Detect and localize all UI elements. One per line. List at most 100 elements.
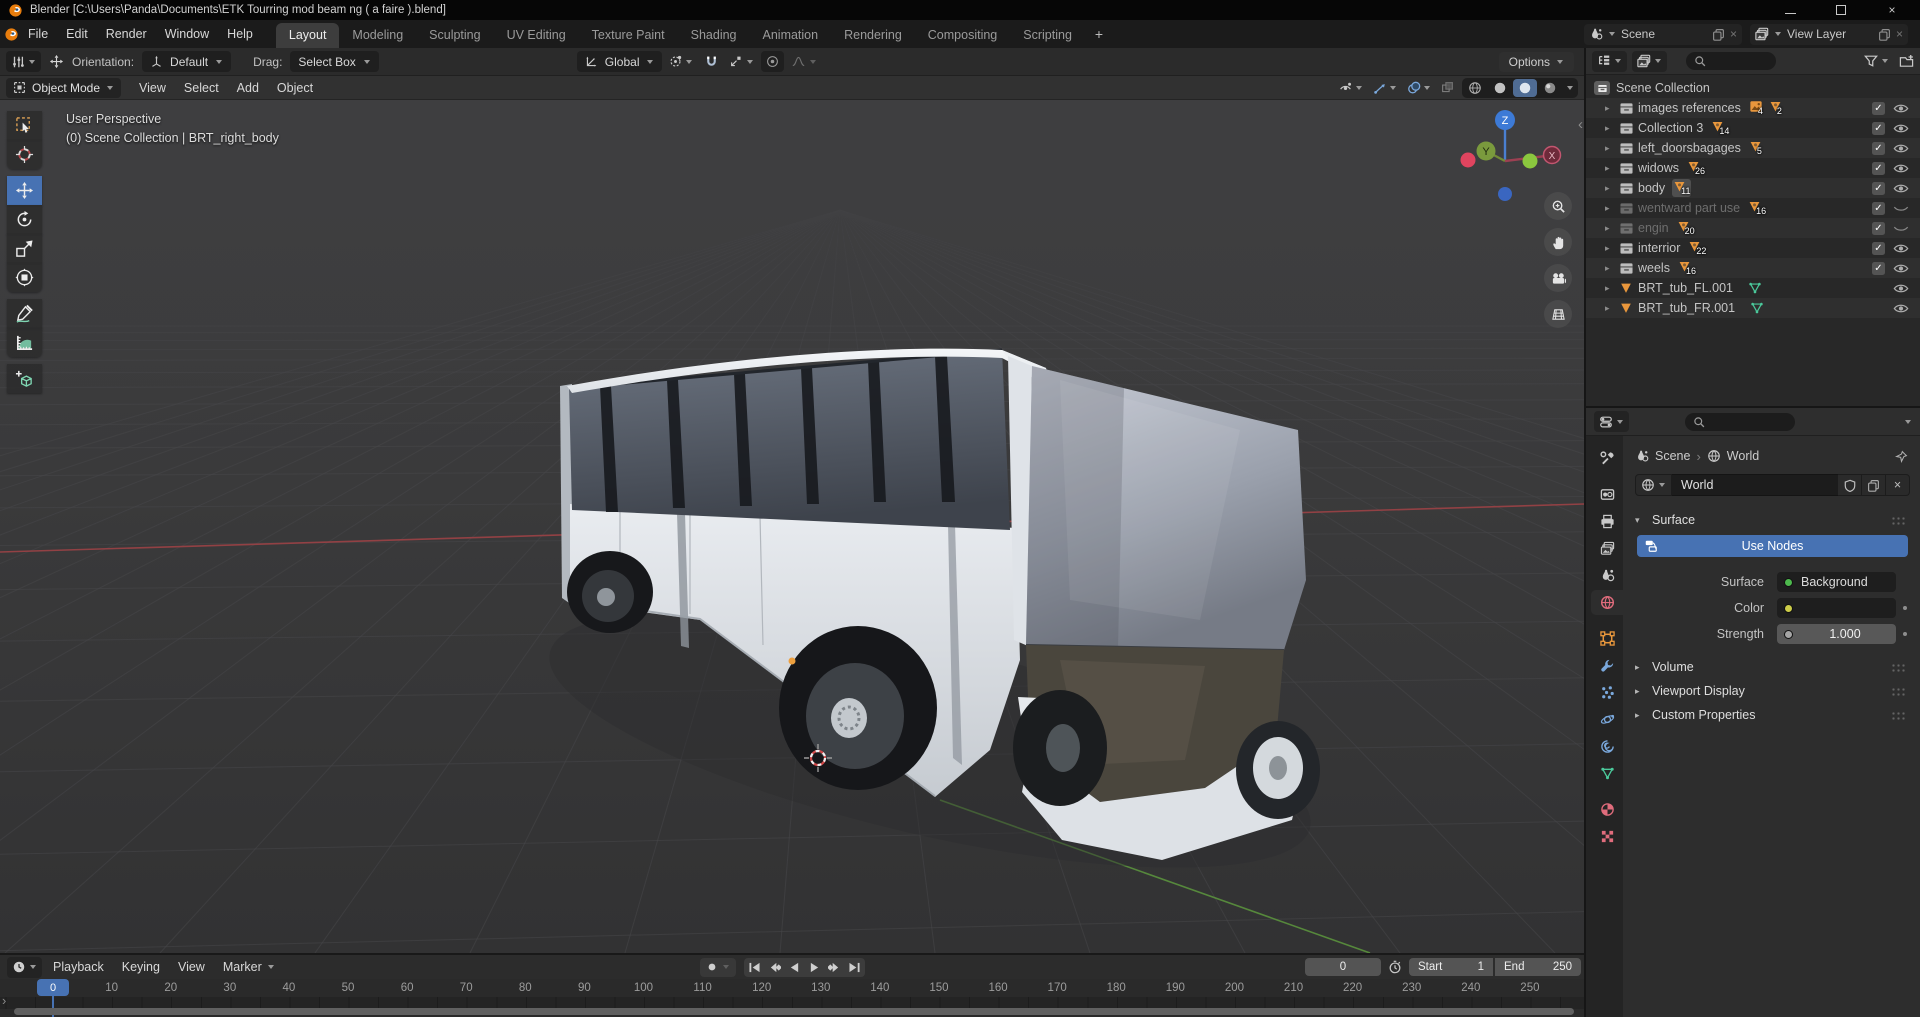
properties-tab[interactable]: [1591, 680, 1623, 705]
outliner-row[interactable]: ▸ weels 16 ✓: [1586, 258, 1920, 278]
properties-editor-type-button[interactable]: [1594, 411, 1629, 432]
properties-tab[interactable]: [1591, 761, 1623, 786]
timeline-scrollbar[interactable]: [14, 1008, 1574, 1015]
tool-button[interactable]: [7, 176, 42, 205]
auto-keying-button[interactable]: [700, 957, 736, 977]
hide-eye-icon[interactable]: [1893, 282, 1909, 295]
copy-datablock-button[interactable]: [1862, 474, 1886, 496]
xray-toggle[interactable]: [1439, 78, 1456, 98]
tool-button[interactable]: [7, 263, 42, 292]
gizmos-dropdown[interactable]: [1371, 78, 1399, 98]
snap-toggle[interactable]: [700, 51, 723, 72]
drag-handle-icon[interactable]: [1891, 686, 1906, 696]
transport-button[interactable]: [745, 959, 764, 976]
hide-eye-icon[interactable]: [1893, 162, 1909, 175]
scene-collection-row[interactable]: Scene Collection: [1586, 78, 1920, 98]
viewport-canvas[interactable]: User Perspective (0) Scene Collection | …: [0, 100, 1584, 953]
properties-tab[interactable]: [1591, 797, 1623, 822]
expand-triangle-icon[interactable]: ▸: [1605, 183, 1618, 194]
expand-triangle-icon[interactable]: ▸: [1605, 143, 1618, 154]
expand-triangle-icon[interactable]: ▸: [1605, 223, 1618, 234]
use-nodes-button[interactable]: Use Nodes: [1637, 535, 1908, 557]
surface-panel-header[interactable]: ▾ Surface: [1635, 508, 1910, 532]
hide-eye-icon[interactable]: [1893, 262, 1909, 275]
workspace-tab[interactable]: Compositing: [915, 23, 1010, 48]
properties-tab[interactable]: [1591, 536, 1623, 561]
tool-button[interactable]: [7, 299, 42, 328]
expand-triangle-icon[interactable]: ▸: [1605, 123, 1618, 134]
scene-selector[interactable]: Scene ×: [1583, 23, 1742, 45]
properties-tab[interactable]: [1591, 824, 1623, 849]
view-layer-name[interactable]: View Layer: [1787, 27, 1873, 41]
properties-tab[interactable]: [1591, 734, 1623, 759]
blender-menu-icon[interactable]: [4, 27, 19, 42]
transport-button[interactable]: [785, 959, 804, 976]
properties-tab[interactable]: [1591, 707, 1623, 732]
menu-item[interactable]: Help: [218, 24, 262, 44]
options-button[interactable]: Options: [1498, 51, 1574, 72]
menu-item[interactable]: File: [19, 24, 57, 44]
viewport-menu-item[interactable]: View: [130, 78, 175, 98]
orientation-dropdown[interactable]: Default: [142, 51, 232, 72]
ruler-expand-arrow[interactable]: ›: [2, 993, 6, 1008]
remove-view-layer-icon[interactable]: ×: [1896, 27, 1903, 41]
hide-eye-icon[interactable]: [1893, 242, 1909, 255]
volume-panel-header[interactable]: ▸ Volume: [1635, 655, 1910, 679]
tool-button[interactable]: [7, 205, 42, 234]
expand-triangle-icon[interactable]: ▸: [1605, 163, 1618, 174]
transport-button[interactable]: [765, 959, 784, 976]
properties-tab[interactable]: [1591, 482, 1623, 507]
workspace-tab[interactable]: Sculpting: [416, 23, 493, 48]
properties-tab[interactable]: [1591, 653, 1623, 678]
shading-solid-button[interactable]: [1488, 79, 1512, 97]
workspace-tab[interactable]: Texture Paint: [579, 23, 678, 48]
outliner-row[interactable]: ▸ interrior 22 ✓: [1586, 238, 1920, 258]
hide-eye-closed-icon[interactable]: [1893, 222, 1909, 235]
new-scene-icon[interactable]: [1712, 28, 1725, 41]
tool-button[interactable]: [7, 328, 42, 357]
fake-user-button[interactable]: [1838, 474, 1862, 496]
outliner-row[interactable]: ▸ images references 4 2 ✓: [1586, 98, 1920, 118]
add-workspace-button[interactable]: +: [1085, 26, 1113, 42]
exclude-checkbox[interactable]: ✓: [1872, 141, 1885, 155]
properties-tab[interactable]: [1591, 626, 1623, 651]
exclude-checkbox[interactable]: ✓: [1872, 121, 1885, 135]
pan-button[interactable]: [1544, 228, 1572, 256]
menu-item[interactable]: Window: [156, 24, 218, 44]
tool-button[interactable]: [7, 234, 42, 263]
outliner-row[interactable]: ▸ wentward part use 16 ✓: [1586, 198, 1920, 218]
exclude-checkbox[interactable]: ✓: [1872, 181, 1885, 195]
hide-eye-icon[interactable]: [1893, 182, 1909, 195]
unlink-scene-icon[interactable]: ×: [1730, 27, 1737, 41]
outliner-row[interactable]: ▸ Collection 3 14 ✓: [1586, 118, 1920, 138]
workspace-tab[interactable]: Animation: [750, 23, 832, 48]
outliner-row[interactable]: ▸ BRT_tub_FL.001: [1586, 278, 1920, 298]
tool-button[interactable]: [7, 140, 42, 169]
expand-triangle-icon[interactable]: ▸: [1605, 243, 1618, 254]
surface-shader-field[interactable]: Background: [1777, 572, 1896, 592]
viewport-scene[interactable]: [0, 100, 1584, 953]
transport-button[interactable]: [805, 959, 824, 976]
workspace-tab[interactable]: Modeling: [339, 23, 416, 48]
current-frame-field[interactable]: 0: [1305, 958, 1381, 976]
drag-dropdown[interactable]: Select Box: [290, 51, 379, 72]
drag-handle-icon[interactable]: [1891, 515, 1906, 525]
expand-triangle-icon[interactable]: ▸: [1605, 103, 1618, 114]
properties-tab[interactable]: [1591, 590, 1623, 615]
new-view-layer-icon[interactable]: [1878, 28, 1891, 41]
outliner-filter-mode-button[interactable]: [1632, 50, 1667, 72]
shading-material-button[interactable]: [1513, 78, 1537, 97]
timeline-menu-item[interactable]: Keying: [113, 957, 169, 977]
outliner-filter-button[interactable]: [1859, 51, 1894, 72]
exclude-checkbox[interactable]: ✓: [1872, 101, 1885, 115]
exclude-checkbox[interactable]: ✓: [1872, 261, 1885, 275]
timeline-menu-item[interactable]: View: [169, 957, 214, 977]
viewport-menu-item[interactable]: Object: [268, 78, 322, 98]
custom-properties-panel-header[interactable]: ▸ Custom Properties: [1635, 703, 1910, 727]
minimize-button[interactable]: [1785, 7, 1796, 14]
expand-triangle-icon[interactable]: ▸: [1605, 303, 1618, 314]
snap-settings-dropdown[interactable]: [725, 51, 759, 72]
bus-model[interactable]: [529, 348, 1332, 921]
timeline-editor-type-button[interactable]: [7, 956, 42, 978]
perspective-toggle-button[interactable]: [1544, 300, 1572, 328]
